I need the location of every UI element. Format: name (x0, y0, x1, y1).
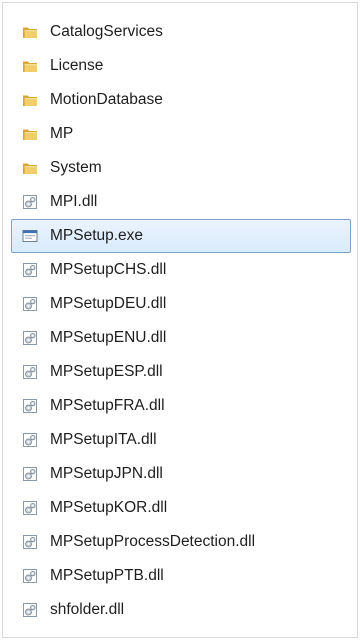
dll-file-icon (21, 533, 39, 551)
file-name: MPSetupProcessDetection.dll (50, 533, 256, 550)
dll-file-icon (21, 499, 39, 517)
folder-icon (21, 91, 39, 109)
list-item-folder-motiondatabase[interactable]: MotionDatabase (11, 83, 351, 117)
folder-icon (21, 57, 39, 75)
file-name: System (50, 159, 102, 176)
list-item-folder-system[interactable]: System (11, 151, 351, 185)
file-name: MPSetupCHS.dll (50, 261, 167, 278)
list-item-file-mpsetupesp-dll[interactable]: MPSetupESP.dll (11, 355, 351, 389)
folder-icon (21, 159, 39, 177)
list-item-file-mpi-dll[interactable]: MPI.dll (11, 185, 351, 219)
folder-icon (21, 125, 39, 143)
file-name: MotionDatabase (50, 91, 163, 108)
list-item-file-mpsetupfra-dll[interactable]: MPSetupFRA.dll (11, 389, 351, 423)
list-item-file-mpsetupita-dll[interactable]: MPSetupITA.dll (11, 423, 351, 457)
dll-file-icon (21, 431, 39, 449)
list-item-file-mpsetupptb-dll[interactable]: MPSetupPTB.dll (11, 559, 351, 593)
dll-file-icon (21, 601, 39, 619)
list-item-file-shfolder-dll[interactable]: shfolder.dll (11, 593, 351, 627)
file-name: MPSetupITA.dll (50, 431, 157, 448)
file-name: MP (50, 125, 74, 142)
list-item-file-mpsetupjpn-dll[interactable]: MPSetupJPN.dll (11, 457, 351, 491)
file-name: MPSetup.exe (50, 227, 144, 244)
list-item-file-mpsetup-exe[interactable]: MPSetup.exe (11, 219, 351, 253)
file-name: MPSetupFRA.dll (50, 397, 165, 414)
file-name: CatalogServices (50, 23, 163, 40)
file-name: MPSetupKOR.dll (50, 499, 168, 516)
folder-icon (21, 23, 39, 41)
exe-file-icon (21, 227, 39, 245)
dll-file-icon (21, 397, 39, 415)
dll-file-icon (21, 193, 39, 211)
file-name: MPSetupPTB.dll (50, 567, 164, 584)
dll-file-icon (21, 363, 39, 381)
list-item-file-mpsetupdeu-dll[interactable]: MPSetupDEU.dll (11, 287, 351, 321)
list-item-file-mpsetupprocessdetection-dll[interactable]: MPSetupProcessDetection.dll (11, 525, 351, 559)
file-list: CatalogServices License MotionDatabase M… (3, 15, 357, 627)
file-list-pane: CatalogServices License MotionDatabase M… (2, 2, 358, 638)
dll-file-icon (21, 329, 39, 347)
dll-file-icon (21, 295, 39, 313)
file-name: shfolder.dll (50, 601, 125, 618)
list-item-file-mpsetupchs-dll[interactable]: MPSetupCHS.dll (11, 253, 351, 287)
list-item-file-mpsetupenu-dll[interactable]: MPSetupENU.dll (11, 321, 351, 355)
dll-file-icon (21, 465, 39, 483)
list-item-file-mpsetupkor-dll[interactable]: MPSetupKOR.dll (11, 491, 351, 525)
file-name: MPI.dll (50, 193, 98, 210)
list-item-folder-catalogservices[interactable]: CatalogServices (11, 15, 351, 49)
file-name: MPSetupJPN.dll (50, 465, 163, 482)
list-item-folder-license[interactable]: License (11, 49, 351, 83)
file-name: MPSetupENU.dll (50, 329, 167, 346)
dll-file-icon (21, 567, 39, 585)
dll-file-icon (21, 261, 39, 279)
file-name: MPSetupESP.dll (50, 363, 163, 380)
file-name: MPSetupDEU.dll (50, 295, 167, 312)
file-name: License (50, 57, 104, 74)
list-item-folder-mp[interactable]: MP (11, 117, 351, 151)
